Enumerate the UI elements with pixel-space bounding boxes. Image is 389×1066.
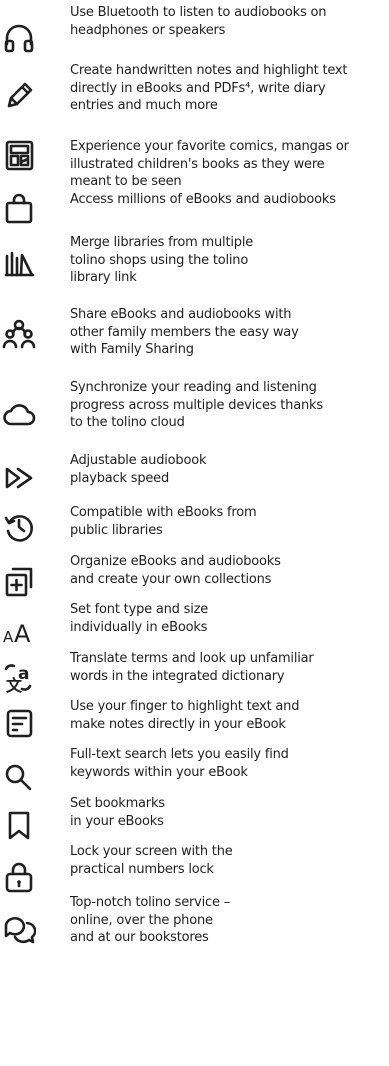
font-size-icon: AA (2, 614, 36, 648)
feature-text: Use your finger to highlight text and ma… (70, 699, 300, 732)
collection-add-icon (2, 565, 36, 599)
bookmark-icon (2, 808, 36, 842)
feature-text: Use Bluetooth to listen to audiobooks on… (70, 5, 327, 38)
feature-text: Set font type and size individually in e… (70, 602, 209, 635)
svg-text:A: A (3, 628, 14, 646)
translate-icon: a文 (2, 661, 36, 695)
svg-text:文: 文 (6, 676, 23, 695)
lock-icon (2, 860, 36, 894)
chat-icon (2, 911, 36, 945)
feature-text: Organize eBooks and audiobooks and creat… (70, 554, 281, 587)
feature-text: Experience your favorite comics, mangas … (70, 139, 349, 189)
pen-icon (2, 78, 36, 112)
feature-text: Create handwritten notes and highlight t… (70, 63, 348, 113)
family-icon (2, 317, 36, 351)
feature-text: Synchronize your reading and listening p… (70, 380, 323, 430)
feature-text: Translate terms and look up unfamiliar w… (70, 651, 314, 684)
feature-text: Top-notch tolino service – online, over … (70, 895, 231, 945)
svg-text:A: A (14, 620, 31, 648)
feature-text: Full-text search lets you easily find ke… (70, 747, 289, 780)
feature-text: Compatible with eBooks from public libra… (70, 505, 257, 538)
library-icon (2, 246, 36, 280)
search-icon (2, 762, 36, 796)
feature-text: Set bookmarks in your eBooks (70, 796, 165, 829)
note-icon (2, 706, 36, 740)
feature-text: Adjustable audiobook playback speed (70, 453, 207, 486)
feature-text: Lock your screen with the practical numb… (70, 844, 233, 877)
shopping-bag-icon (2, 192, 36, 226)
history-icon (2, 510, 36, 544)
headphones-icon (2, 20, 36, 54)
comic-icon (2, 138, 36, 172)
feature-text: Share eBooks and audiobooks with other f… (70, 307, 299, 357)
fast-forward-icon (2, 461, 36, 495)
feature-text: Access millions of eBooks and audiobooks (70, 192, 336, 207)
cloud-icon (2, 397, 36, 431)
feature-text: Merge libraries from multiple tolino sho… (70, 235, 254, 285)
